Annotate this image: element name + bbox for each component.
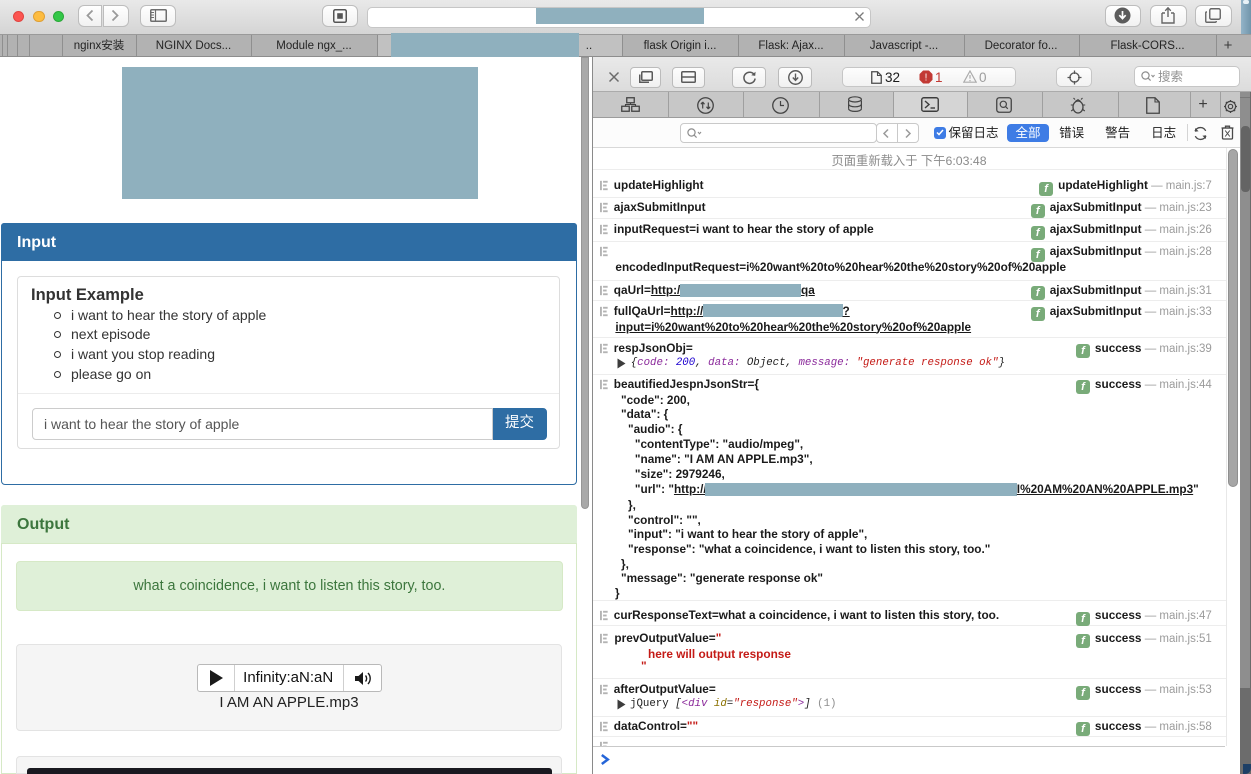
svg-text:!: !: [924, 72, 927, 83]
